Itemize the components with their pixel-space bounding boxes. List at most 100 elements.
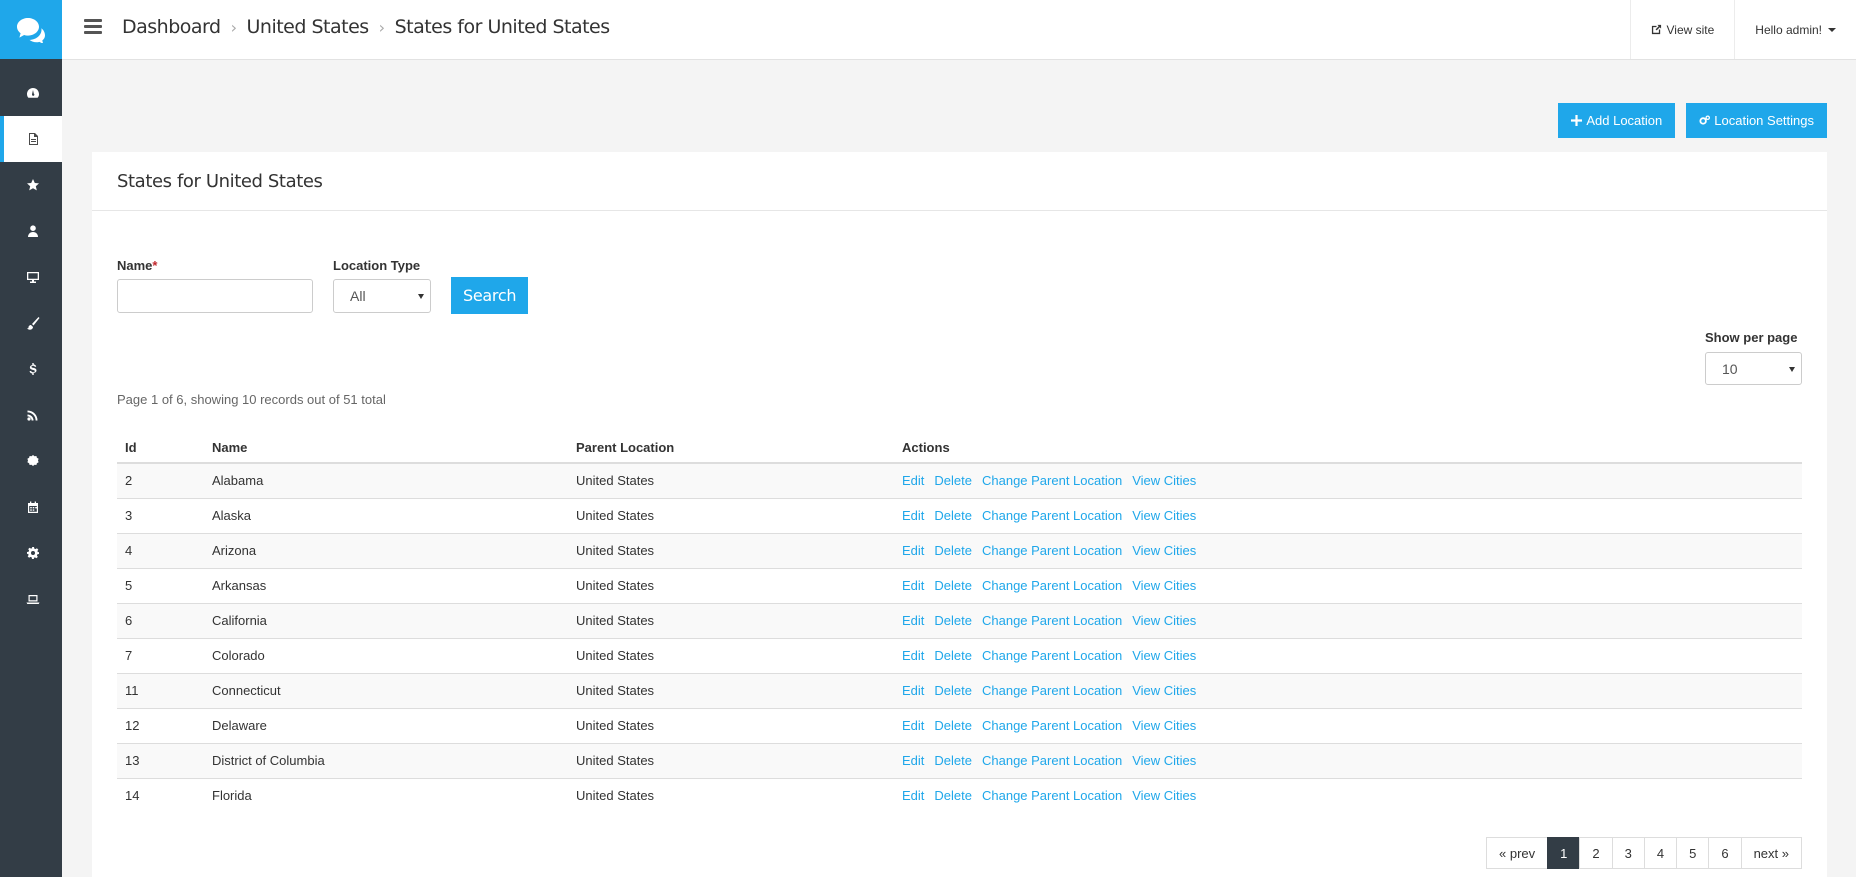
app-logo[interactable]	[0, 0, 62, 59]
cell-name: Delaware	[204, 707, 568, 743]
pagination-page-2[interactable]: 2	[1579, 837, 1613, 869]
location-type-value: All	[350, 288, 366, 304]
pagination-page-5[interactable]: 5	[1676, 837, 1710, 869]
cell-actions: Edit Delete Change Parent Location View Cit…	[894, 672, 1802, 708]
pagination-next-button[interactable]: next »	[1740, 837, 1802, 869]
sidebar-item-gear[interactable]	[0, 530, 62, 576]
sidebar-item-star[interactable]	[0, 162, 62, 208]
edit-link[interactable]: Edit	[902, 543, 924, 558]
pagination: « prev 1 2 3 4 5 6 next »	[1486, 837, 1802, 869]
edit-link[interactable]: Edit	[902, 753, 924, 768]
sidebar-item-badge[interactable]	[0, 438, 62, 484]
breadcrumb-dashboard[interactable]: Dashboard	[122, 16, 221, 38]
change-parent-location-link[interactable]: Change Parent Location	[982, 578, 1122, 593]
change-parent-location-link[interactable]: Change Parent Location	[982, 718, 1122, 733]
view-cities-link[interactable]: View Cities	[1132, 473, 1196, 488]
rss-icon	[27, 410, 38, 421]
column-header-id[interactable]: Id	[117, 432, 204, 464]
delete-link[interactable]: Delete	[934, 753, 972, 768]
menu-toggle-icon[interactable]	[84, 19, 102, 35]
sidebar-item-brush[interactable]	[0, 300, 62, 346]
edit-link[interactable]: Edit	[902, 683, 924, 698]
sidebar-item-desktop[interactable]	[0, 254, 62, 300]
sidebar-nav	[0, 70, 62, 622]
required-marker: *	[152, 258, 158, 273]
delete-link[interactable]: Delete	[934, 648, 972, 663]
view-cities-link[interactable]: View Cities	[1132, 788, 1196, 803]
pagination-page-4[interactable]: 4	[1643, 837, 1678, 869]
pagination-page-1[interactable]: 1	[1547, 837, 1581, 869]
per-page-select[interactable]: 10	[1705, 352, 1802, 385]
change-parent-location-link[interactable]: Change Parent Location	[982, 648, 1122, 663]
cell-name: Florida	[204, 777, 568, 813]
view-cities-link[interactable]: View Cities	[1132, 543, 1196, 558]
view-cities-link[interactable]: View Cities	[1132, 753, 1196, 768]
delete-link[interactable]: Delete	[934, 788, 972, 803]
view-cities-link[interactable]: View Cities	[1132, 613, 1196, 628]
view-cities-link[interactable]: View Cities	[1132, 508, 1196, 523]
delete-link[interactable]: Delete	[934, 578, 972, 593]
sidebar-item-laptop[interactable]	[0, 576, 62, 622]
cell-actions: Edit Delete Change Parent Location View Cit…	[894, 532, 1802, 568]
delete-link[interactable]: Delete	[934, 508, 972, 523]
view-site-link[interactable]: View site	[1630, 0, 1734, 59]
sidebar-item-calendar[interactable]	[0, 484, 62, 530]
breadcrumb-united-states[interactable]: United States	[247, 16, 370, 38]
location-type-select[interactable]: All	[333, 279, 431, 313]
column-header-name[interactable]: Name	[204, 432, 568, 464]
cell-id: 11	[117, 672, 204, 708]
user-menu-dropdown[interactable]: Hello admin!	[1734, 0, 1856, 59]
view-cities-link[interactable]: View Cities	[1132, 648, 1196, 663]
cell-parent-location: United States	[568, 497, 894, 533]
delete-link[interactable]: Delete	[934, 718, 972, 733]
sidebar-item-document[interactable]	[0, 116, 62, 162]
sidebar-item-rss[interactable]	[0, 392, 62, 438]
edit-link[interactable]: Edit	[902, 648, 924, 663]
per-page-label: Show per page	[1705, 330, 1798, 345]
view-cities-link[interactable]: View Cities	[1132, 683, 1196, 698]
column-header-parent[interactable]: Parent Location	[568, 432, 894, 464]
view-cities-link[interactable]: View Cities	[1132, 718, 1196, 733]
change-parent-location-link[interactable]: Change Parent Location	[982, 788, 1122, 803]
change-parent-location-link[interactable]: Change Parent Location	[982, 473, 1122, 488]
delete-link[interactable]: Delete	[934, 473, 972, 488]
cell-parent-location: United States	[568, 462, 894, 498]
sidebar-item-user[interactable]	[0, 208, 62, 254]
edit-link[interactable]: Edit	[902, 788, 924, 803]
top-header: Dashboard › United States › States for U…	[62, 0, 1856, 60]
sidebar	[0, 0, 62, 877]
pagination-prev-button[interactable]: « prev	[1486, 837, 1549, 869]
edit-link[interactable]: Edit	[902, 718, 924, 733]
delete-link[interactable]: Delete	[934, 683, 972, 698]
change-parent-location-link[interactable]: Change Parent Location	[982, 508, 1122, 523]
edit-link[interactable]: Edit	[902, 473, 924, 488]
edit-link[interactable]: Edit	[902, 508, 924, 523]
table-row: 5 Arkansas United States Edit Delete Change P…	[117, 567, 1802, 603]
delete-link[interactable]: Delete	[934, 613, 972, 628]
change-parent-location-link[interactable]: Change Parent Location	[982, 683, 1122, 698]
sidebar-item-dollar[interactable]	[0, 346, 62, 392]
cell-name: Colorado	[204, 637, 568, 673]
pagination-page-6[interactable]: 6	[1708, 837, 1742, 869]
sidebar-item-dashboard[interactable]	[0, 70, 62, 116]
name-field-label: Name*	[117, 258, 158, 273]
name-input[interactable]	[117, 279, 313, 313]
calendar-icon	[28, 501, 38, 513]
search-button[interactable]: Search	[451, 277, 529, 314]
cell-id: 12	[117, 707, 204, 743]
delete-link[interactable]: Delete	[934, 543, 972, 558]
change-parent-location-link[interactable]: Change Parent Location	[982, 613, 1122, 628]
location-settings-button[interactable]: Location Settings	[1686, 103, 1827, 138]
user-menu-label: Hello admin!	[1755, 22, 1822, 37]
panel-title: States for United States	[92, 152, 1827, 211]
badge-icon	[27, 455, 39, 466]
edit-link[interactable]: Edit	[902, 578, 924, 593]
table-row: 2 Alabama United States Edit Delete Change Pa…	[117, 462, 1802, 498]
edit-link[interactable]: Edit	[902, 613, 924, 628]
pagination-page-3[interactable]: 3	[1611, 837, 1645, 869]
change-parent-location-link[interactable]: Change Parent Location	[982, 753, 1122, 768]
add-location-button[interactable]: Add Location	[1558, 103, 1676, 138]
chevron-down-icon	[1789, 367, 1795, 372]
view-cities-link[interactable]: View Cities	[1132, 578, 1196, 593]
change-parent-location-link[interactable]: Change Parent Location	[982, 543, 1122, 558]
